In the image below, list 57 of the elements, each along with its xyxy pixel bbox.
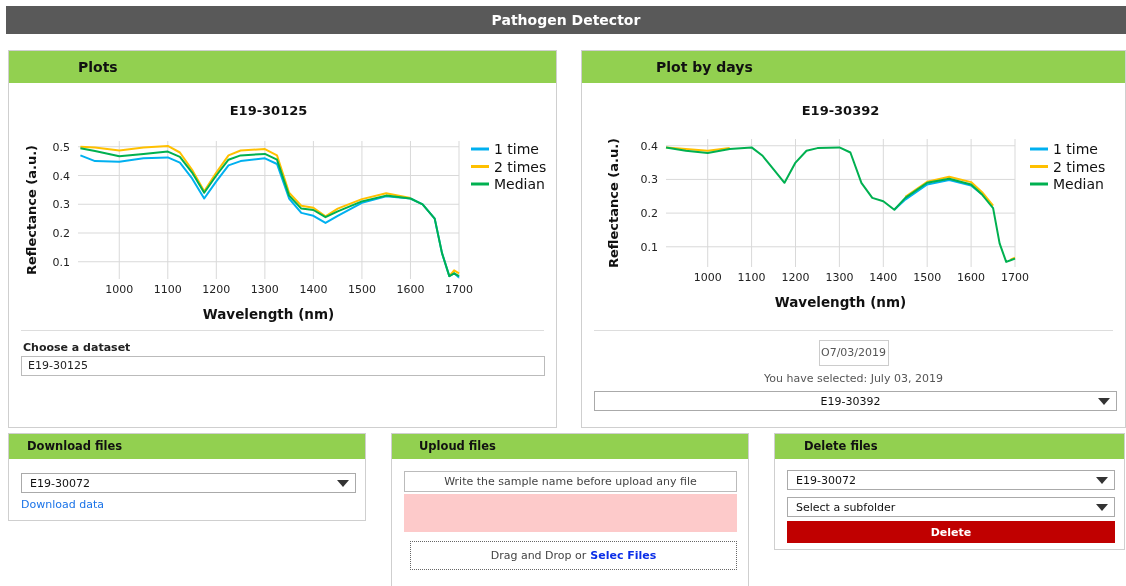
dropdown[interactable]: E19-30072 (787, 470, 1115, 490)
tick-label: 1700 (445, 283, 473, 296)
tick-label: 1400 (869, 271, 898, 284)
date-field[interactable]: O7/03/2019 (818, 340, 889, 366)
tick-label: 0.4 (52, 169, 70, 183)
tick-label: 1600 (396, 283, 425, 296)
dropdown[interactable]: Select a subfolder (787, 497, 1115, 517)
panel-header: Plot by days (582, 51, 1125, 83)
tick-label: 1200 (202, 283, 231, 296)
legend-label: 2 times (1053, 158, 1106, 175)
panel-header: Delete files (775, 434, 1124, 459)
field-label: Choose a dataset (23, 341, 132, 354)
legend-label: 2 times (494, 158, 547, 175)
tick-label: 0.4 (640, 139, 658, 153)
chart-title: E19-30125 (229, 103, 308, 118)
tick-label: 1100 (153, 283, 182, 296)
axis-title: Wavelength (nm) (774, 294, 907, 310)
drop-zone[interactable]: Drag and Drop or Selec Files (410, 541, 737, 570)
tick-label: 0.3 (52, 198, 70, 212)
legend-label: Median (1053, 176, 1104, 192)
legend-label: 1 time (1053, 141, 1098, 157)
app-title-bar: Pathogen Detector (6, 6, 1126, 34)
selection-text: You have selected: July 03, 2019 (763, 372, 944, 385)
tick-label: 1300 (825, 271, 854, 284)
tick-label: 1500 (913, 271, 942, 284)
tick-label: 0.5 (52, 140, 70, 154)
axis-title: Wavelength (nm) (202, 306, 335, 322)
tick-label: 1000 (693, 271, 722, 284)
dataset-field[interactable]: E19-30125 (21, 356, 545, 376)
axis-title: Reflectance (a.u.) (606, 137, 621, 269)
tick-label: 1500 (347, 283, 376, 296)
tick-label: 1200 (781, 271, 810, 284)
dropdown[interactable]: E19-30072 (21, 473, 356, 493)
tick-label: 1300 (250, 283, 279, 296)
tick-label: 0.1 (52, 255, 70, 269)
legend-label: Median (494, 176, 545, 192)
tick-label: 1000 (105, 283, 134, 296)
select-files-link[interactable]: Selec Files (590, 549, 657, 562)
panel-header: Uploud files (392, 434, 748, 459)
tick-label: 1100 (737, 271, 766, 284)
axis-title: Reflectance (a.u.) (24, 144, 39, 276)
chart-title: E19-30392 (801, 103, 880, 118)
dropdown[interactable]: E19-30392 (594, 391, 1117, 411)
tick-label: 0.1 (640, 240, 658, 254)
tick-label: 0.2 (640, 207, 658, 221)
sample-name-field[interactable]: Write the sample name before upload any file (404, 471, 737, 492)
legend-label: 1 time (494, 141, 539, 157)
panel-header: Download files (9, 434, 365, 459)
tick-label: 1600 (957, 271, 986, 284)
delete-button[interactable]: Delete (787, 521, 1115, 543)
tick-label: 0.2 (52, 227, 70, 240)
tick-label: 1700 (1001, 271, 1029, 284)
drop-text: Drag and Drop or (490, 549, 587, 562)
tick-label: 0.3 (640, 173, 658, 187)
panel-header: Plots (9, 51, 556, 83)
tick-label: 1400 (299, 283, 328, 296)
download-link[interactable]: Download data (21, 498, 104, 511)
